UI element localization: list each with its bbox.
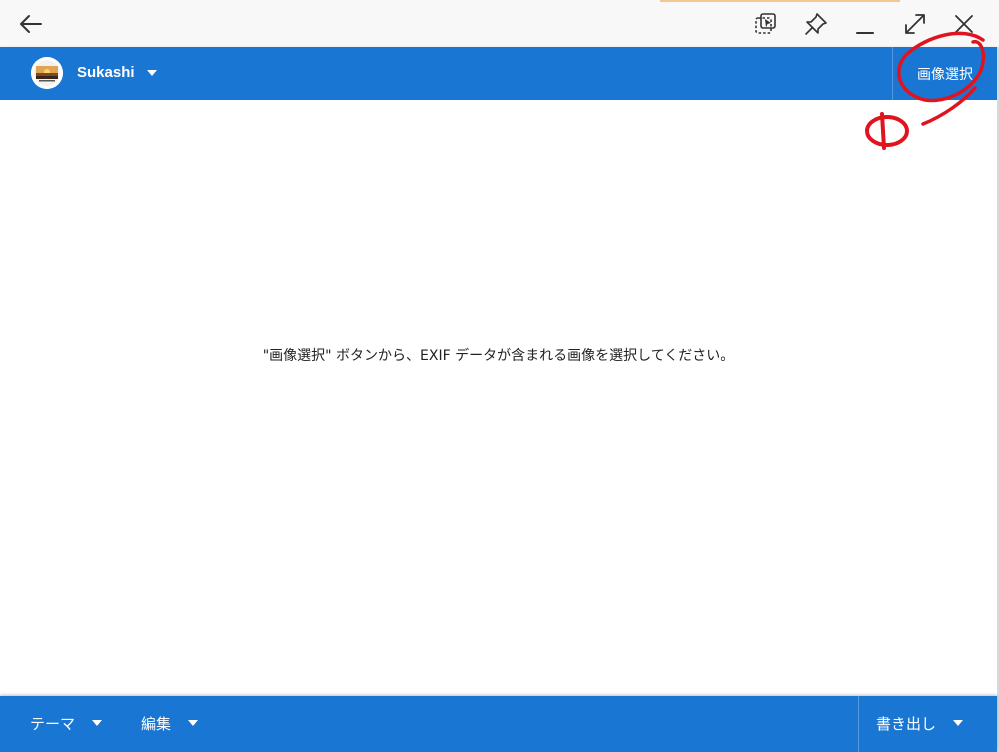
- bottom-toolbar: テーマ 編集 書き出し: [0, 696, 997, 752]
- back-arrow-icon: [20, 15, 42, 33]
- select-image-button[interactable]: 画像選択: [893, 47, 997, 100]
- close-icon: [955, 15, 973, 33]
- screenshot-select-icon: [755, 13, 776, 34]
- theme-menu-button[interactable]: テーマ: [30, 696, 105, 750]
- chevron-down-icon: [92, 720, 103, 726]
- maximize-button[interactable]: [899, 8, 931, 40]
- account-name[interactable]: Sukashi: [77, 64, 135, 82]
- theme-menu-label: テーマ: [30, 714, 76, 733]
- app-header: Sukashi 画像選択: [0, 47, 997, 100]
- close-button[interactable]: [948, 8, 980, 40]
- edit-menu-label: 編集: [141, 714, 172, 733]
- export-menu-label: 書き出し: [876, 714, 937, 733]
- minimize-icon: [856, 32, 874, 34]
- pin-button[interactable]: [800, 8, 832, 40]
- app-window: Sukashi 画像選択 "画像選択" ボタンから、EXIF データが含まれる画…: [0, 0, 999, 752]
- minimize-button[interactable]: [849, 8, 881, 40]
- chevron-down-icon: [953, 720, 964, 726]
- avatar[interactable]: [31, 57, 63, 89]
- maximize-icon: [905, 14, 925, 34]
- divider: [858, 696, 859, 752]
- empty-state-message: "画像選択" ボタンから、EXIF データが含まれる画像を選択してください。: [262, 348, 735, 364]
- pin-icon: [805, 13, 827, 35]
- chevron-down-icon[interactable]: [144, 67, 160, 79]
- window-titlebar: [0, 0, 999, 47]
- edit-menu-button[interactable]: 編集: [141, 696, 201, 750]
- titlebar-accent: [660, 0, 900, 2]
- avatar-sunset-icon: [31, 57, 63, 89]
- back-button[interactable]: [15, 8, 47, 40]
- main-content: "画像選択" ボタンから、EXIF データが含まれる画像を選択してください。: [0, 100, 997, 696]
- chevron-down-icon: [188, 720, 199, 726]
- screenshot-button[interactable]: [750, 8, 782, 40]
- export-menu-button[interactable]: 書き出し: [876, 696, 966, 750]
